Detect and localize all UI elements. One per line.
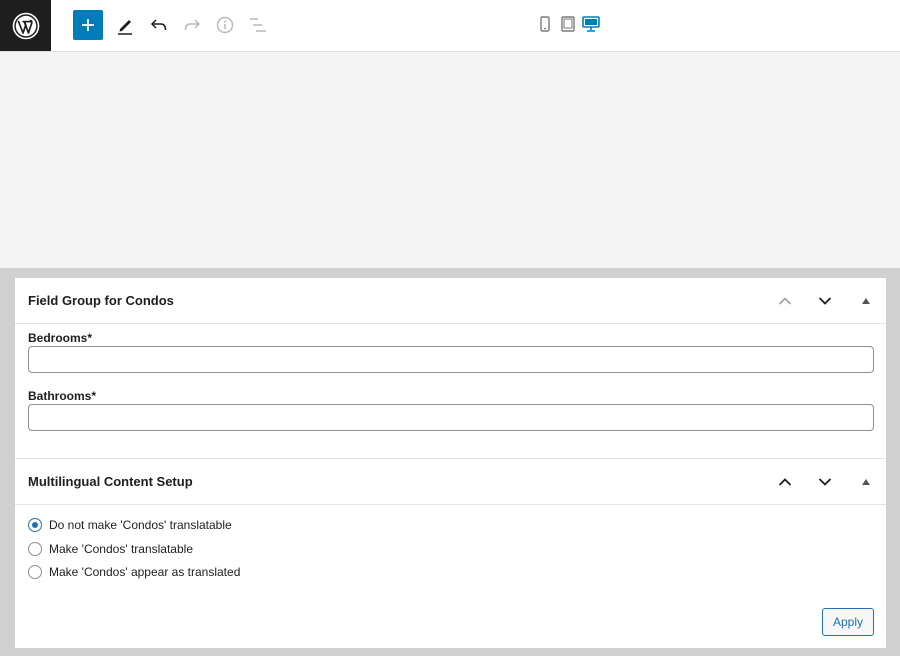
redo-button[interactable] xyxy=(177,10,207,40)
pencil-icon xyxy=(118,20,132,35)
radio-label: Do not make 'Condos' translatable xyxy=(49,518,232,532)
list-view-button[interactable] xyxy=(243,10,273,40)
triangle-up-icon xyxy=(862,479,870,485)
edit-tools-button[interactable] xyxy=(110,10,140,40)
radio-label: Make 'Condos' appear as translated xyxy=(49,565,241,579)
translation-option-appear-translated[interactable]: Make 'Condos' appear as translated xyxy=(28,565,240,579)
radio-button[interactable] xyxy=(28,542,42,556)
field-group-header: Field Group for Condos xyxy=(15,278,886,324)
bathrooms-input[interactable] xyxy=(28,404,874,431)
chevron-up-icon xyxy=(778,297,792,305)
radio-button[interactable] xyxy=(28,518,42,532)
chevron-down-icon xyxy=(818,478,832,486)
details-button[interactable] xyxy=(210,10,240,40)
chevron-down-icon xyxy=(818,297,832,305)
multilingual-title: Multilingual Content Setup xyxy=(28,474,193,489)
plus-icon xyxy=(82,19,94,31)
move-down-button[interactable] xyxy=(814,290,836,312)
multilingual-header: Multilingual Content Setup xyxy=(15,459,886,505)
undo-button[interactable] xyxy=(144,10,174,40)
triangle-up-icon xyxy=(862,298,870,304)
toggle-panel-button[interactable] xyxy=(855,290,877,312)
chevron-up-icon xyxy=(778,478,792,486)
tablet-icon[interactable] xyxy=(559,14,577,34)
mobile-icon[interactable] xyxy=(536,14,554,34)
list-view-icon xyxy=(250,18,266,32)
redo-icon xyxy=(184,19,201,31)
undo-icon xyxy=(150,19,167,31)
bathrooms-label: Bathrooms* xyxy=(28,389,97,403)
bedrooms-label: Bedrooms* xyxy=(28,331,93,345)
toggle-panel-button[interactable] xyxy=(855,471,877,493)
move-up-button[interactable] xyxy=(774,471,796,493)
translation-option-translatable[interactable]: Make 'Condos' translatable xyxy=(28,542,193,556)
move-down-button[interactable] xyxy=(814,471,836,493)
editor-canvas[interactable] xyxy=(0,52,900,268)
radio-button[interactable] xyxy=(28,565,42,579)
device-preview-group xyxy=(536,14,600,34)
apply-button[interactable]: Apply xyxy=(822,608,874,636)
editor-toolbar xyxy=(0,0,900,52)
desktop-icon[interactable] xyxy=(582,14,600,34)
field-group-metabox: Field Group for Condos Bedrooms* Bathroo… xyxy=(15,278,886,458)
bedrooms-input[interactable] xyxy=(28,346,874,373)
translation-option-none[interactable]: Do not make 'Condos' translatable xyxy=(28,518,232,532)
multilingual-metabox: Multilingual Content Setup Do not make '… xyxy=(15,458,886,648)
wordpress-logo-icon[interactable] xyxy=(0,0,51,51)
radio-label: Make 'Condos' translatable xyxy=(49,542,193,556)
add-block-button[interactable] xyxy=(73,10,103,40)
info-icon xyxy=(216,16,234,34)
move-up-button[interactable] xyxy=(774,290,796,312)
field-group-title: Field Group for Condos xyxy=(28,293,174,308)
